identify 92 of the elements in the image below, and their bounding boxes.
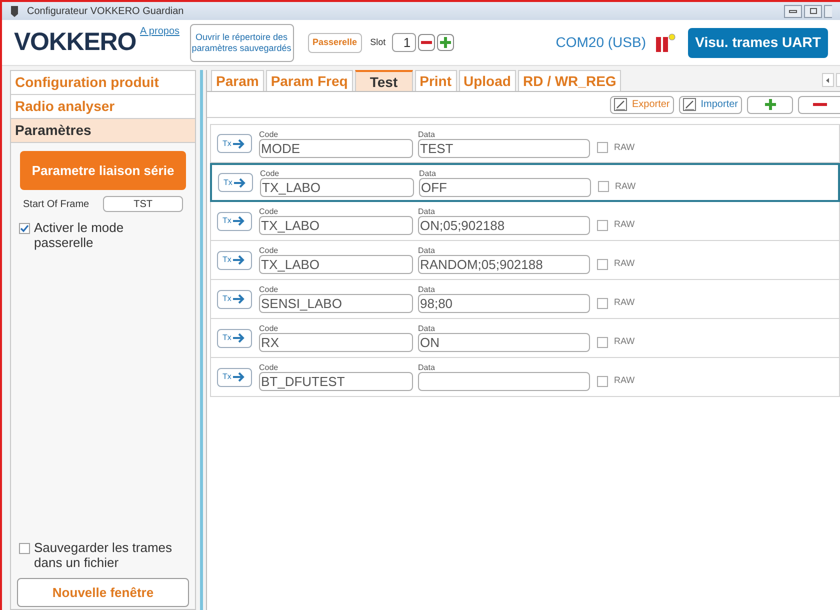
port-label: COM20 (USB) bbox=[556, 33, 646, 52]
edit-icon bbox=[614, 98, 627, 111]
restore-icon[interactable] bbox=[804, 4, 822, 18]
raw-checkbox[interactable] bbox=[598, 181, 609, 192]
code-field[interactable]: MODE bbox=[259, 138, 413, 158]
raw-label: RAW bbox=[614, 140, 635, 154]
data-field[interactable]: TEST bbox=[418, 138, 590, 158]
raw-checkbox[interactable] bbox=[597, 336, 608, 348]
scroll-left-icon[interactable] bbox=[822, 73, 834, 87]
code-field[interactable]: TX_LABO bbox=[259, 216, 413, 235]
data-label: Data bbox=[418, 324, 436, 333]
data-field[interactable]: 98;80 bbox=[418, 294, 590, 313]
data-field[interactable]: RANDOM;05;902188 bbox=[418, 255, 590, 274]
arrow-icon bbox=[233, 255, 246, 265]
remove-icon[interactable] bbox=[418, 34, 435, 51]
raw-checkbox[interactable] bbox=[597, 220, 608, 230]
raw-checkbox[interactable] bbox=[597, 258, 608, 270]
slot-field[interactable]: 1 bbox=[392, 33, 416, 52]
command-row[interactable]: Tx Code TX_LABO Data RANDOM;05;902188 RAW bbox=[210, 241, 840, 280]
data-label: Data bbox=[418, 246, 436, 255]
code-field[interactable]: RX bbox=[259, 333, 413, 352]
data-label: Data bbox=[419, 168, 437, 178]
arrow-icon bbox=[233, 138, 246, 148]
start-of-frame-label: Start Of Frame bbox=[23, 198, 90, 212]
data-label: Data bbox=[418, 130, 436, 138]
plus-icon bbox=[764, 98, 776, 111]
arrow-icon bbox=[234, 178, 248, 188]
send-button[interactable]: Tx bbox=[217, 134, 252, 153]
arrow-icon bbox=[233, 294, 246, 304]
data-field[interactable]: OFF bbox=[419, 178, 591, 196]
data-field[interactable]: ON;05;902188 bbox=[418, 216, 590, 235]
command-row[interactable]: Tx Code SENSI_LABO Data 98;80 RAW bbox=[210, 280, 840, 319]
add-icon[interactable] bbox=[436, 34, 454, 51]
save-frames-label: Sauvegarder les trames dans un fichier bbox=[34, 540, 174, 570]
raw-label: RAW bbox=[614, 296, 635, 310]
start-of-frame-field[interactable]: TST bbox=[103, 196, 183, 212]
code-label: Code bbox=[259, 363, 280, 372]
slot-label: Slot bbox=[370, 36, 386, 49]
arrow-icon bbox=[233, 372, 246, 382]
command-row[interactable]: Tx Code BT_DFUTEST Data RAW bbox=[210, 358, 840, 397]
add-row-button[interactable] bbox=[747, 96, 793, 114]
raw-checkbox[interactable] bbox=[597, 376, 608, 386]
open-folder-button[interactable]: Ouvrir le répertoire des paramètres sauvegardés bbox=[190, 24, 294, 62]
code-label: Code bbox=[259, 324, 280, 333]
checkbox[interactable] bbox=[19, 223, 30, 234]
code-label: Code bbox=[259, 207, 280, 216]
code-label: Code bbox=[260, 168, 280, 178]
command-row[interactable]: Tx Code TX_LABO Data ON;05;902188 RAW bbox=[210, 202, 840, 241]
data-label: Data bbox=[418, 363, 436, 372]
command-row[interactable]: Tx Code RX Data ON RAW bbox=[210, 319, 840, 358]
about-link[interactable]: A propos bbox=[140, 24, 180, 39]
code-field[interactable]: BT_DFUTEST bbox=[259, 372, 413, 391]
code-field[interactable]: TX_LABO bbox=[259, 255, 413, 274]
code-label: Code bbox=[259, 285, 280, 294]
data-label: Data bbox=[418, 207, 436, 216]
data-label: Data bbox=[418, 285, 436, 294]
command-row[interactable]: Tx Code MODE Data TEST RAW bbox=[210, 124, 840, 163]
data-field[interactable]: ON bbox=[418, 333, 590, 352]
window-title: Configurateur VOKKERO Guardian bbox=[27, 4, 184, 18]
arrow-icon bbox=[233, 216, 246, 226]
code-field[interactable]: SENSI_LABO bbox=[259, 294, 413, 313]
tab[interactable]: Test bbox=[354, 70, 413, 91]
raw-label: RAW bbox=[614, 257, 635, 270]
send-button[interactable]: Tx bbox=[217, 328, 252, 348]
send-button[interactable]: Tx bbox=[217, 368, 252, 386]
app-icon bbox=[10, 6, 19, 16]
raw-label: RAW bbox=[615, 180, 636, 193]
uart-button[interactable]: Visu. trames UART bbox=[688, 28, 828, 58]
gateway-mode-label: Activer le mode passerelle bbox=[34, 220, 125, 250]
code-label: Code bbox=[259, 246, 280, 255]
code-field[interactable]: TX_LABO bbox=[260, 178, 414, 196]
raw-checkbox[interactable] bbox=[597, 142, 608, 153]
data-field[interactable] bbox=[418, 372, 590, 391]
minimize-icon[interactable] bbox=[784, 4, 802, 18]
send-button[interactable]: Tx bbox=[217, 250, 252, 270]
import-button[interactable]: Importer bbox=[678, 96, 742, 114]
edit-icon bbox=[682, 98, 696, 111]
raw-checkbox[interactable] bbox=[597, 298, 608, 308]
raw-label: RAW bbox=[614, 218, 635, 232]
send-button[interactable]: Tx bbox=[218, 173, 253, 192]
checkbox[interactable] bbox=[19, 543, 30, 554]
code-label: Code bbox=[259, 130, 280, 138]
raw-label: RAW bbox=[614, 335, 635, 348]
send-button[interactable]: Tx bbox=[217, 212, 252, 230]
logo: VOKKERO bbox=[14, 26, 136, 58]
arrow-icon bbox=[233, 333, 246, 343]
remove-row-button[interactable] bbox=[798, 96, 840, 114]
pause-icon[interactable] bbox=[654, 32, 676, 52]
command-row[interactable]: Tx Code TX_LABO Data OFF RAW bbox=[210, 163, 840, 202]
send-button[interactable]: Tx bbox=[217, 290, 252, 308]
sidebar-item[interactable]: Paramètres bbox=[11, 119, 195, 143]
raw-label: RAW bbox=[614, 374, 635, 388]
